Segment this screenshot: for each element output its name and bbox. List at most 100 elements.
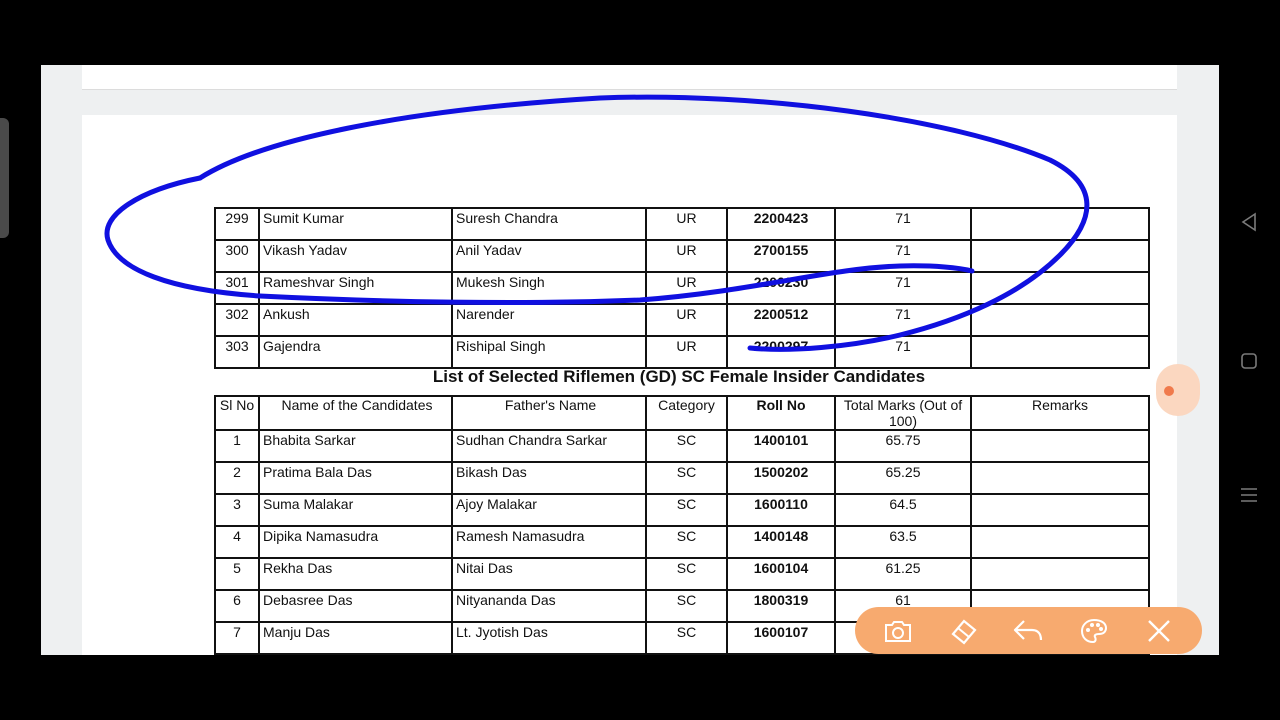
header-remarks: Remarks bbox=[970, 395, 1150, 431]
cell-marks: 61.25 bbox=[834, 557, 972, 591]
cell-father-name-text: Narender bbox=[456, 306, 515, 322]
cell-name: Manju Das bbox=[258, 621, 453, 655]
back-icon[interactable] bbox=[1240, 212, 1258, 237]
cell-name-text: Bhabita Sarkar bbox=[263, 432, 356, 448]
cell-marks-text: 65.75 bbox=[885, 432, 921, 448]
cell-father-name-text: Nitai Das bbox=[456, 560, 513, 576]
cell-roll-no-text: 1600107 bbox=[753, 624, 809, 640]
cell-category-text: SC bbox=[676, 496, 697, 512]
undo-icon[interactable] bbox=[1008, 611, 1048, 651]
cell-marks-text: 71 bbox=[895, 306, 911, 322]
header-marks: Total Marks (Out of 100) bbox=[834, 395, 972, 431]
cell-father-name-text: Sudhan Chandra Sarkar bbox=[456, 432, 607, 448]
cell-remarks-text bbox=[972, 305, 1148, 306]
cell-sl-no: 300 bbox=[214, 239, 260, 273]
cell-marks-text: 71 bbox=[895, 242, 911, 258]
cell-father-name: Ajoy Malakar bbox=[451, 493, 647, 527]
cell-marks: 65.25 bbox=[834, 461, 972, 495]
cell-marks: 71 bbox=[834, 207, 972, 241]
cell-roll-no: 1400148 bbox=[726, 525, 836, 559]
cell-name: Rekha Das bbox=[258, 557, 453, 591]
pdf-viewer[interactable]: 299 Sumit Kumar Suresh Chandra UR 2200423 71 3… bbox=[41, 65, 1219, 655]
cell-sl-no-text: 7 bbox=[233, 624, 241, 640]
cell-marks-text: 64.5 bbox=[889, 496, 917, 512]
cell-father-name-text: Bikash Das bbox=[456, 464, 527, 480]
cell-remarks bbox=[970, 335, 1150, 369]
edge-panel-handle[interactable] bbox=[0, 118, 9, 238]
cell-marks: 71 bbox=[834, 303, 972, 337]
cell-name-text: Gajendra bbox=[263, 338, 321, 354]
cell-father-name: Nityananda Das bbox=[451, 589, 647, 623]
table-row: 303 Gajendra Rishipal Singh UR 2200297 71 bbox=[214, 335, 1150, 369]
cell-sl-no-text: 299 bbox=[225, 210, 249, 226]
cell-sl-no: 5 bbox=[214, 557, 260, 591]
header-name: Name of the Candidates bbox=[258, 395, 453, 431]
cell-name-text: Ankush bbox=[263, 306, 310, 322]
cell-category-text: SC bbox=[676, 432, 697, 448]
cell-marks-text: 61 bbox=[895, 592, 911, 608]
cell-sl-no: 303 bbox=[214, 335, 260, 369]
cell-name: Vikash Yadav bbox=[258, 239, 453, 273]
cell-roll-no: 1600107 bbox=[726, 621, 836, 655]
cell-roll-no-text: 1400101 bbox=[753, 432, 809, 448]
cell-father-name: Sudhan Chandra Sarkar bbox=[451, 429, 647, 463]
cell-roll-no-text: 1600110 bbox=[754, 496, 808, 512]
cell-marks: 65.75 bbox=[834, 429, 972, 463]
cell-roll-no-text: 2200423 bbox=[753, 210, 809, 226]
cell-category-text: UR bbox=[676, 274, 697, 290]
cell-father-name-text: Nityananda Das bbox=[456, 592, 556, 608]
cell-sl-no: 301 bbox=[214, 271, 260, 305]
table-header-row: Sl No Name of the Candidates Father's Na… bbox=[214, 395, 1150, 431]
cell-remarks bbox=[970, 557, 1150, 591]
cell-name: Debasree Das bbox=[258, 589, 453, 623]
cell-category-text: UR bbox=[676, 306, 697, 322]
cell-sl-no-text: 302 bbox=[225, 306, 249, 322]
cell-sl-no: 299 bbox=[214, 207, 260, 241]
close-icon[interactable] bbox=[1139, 611, 1179, 651]
camera-icon[interactable] bbox=[878, 611, 918, 651]
table-row: 2 Pratima Bala Das Bikash Das SC 1500202 65.2… bbox=[214, 461, 1150, 495]
cell-roll-no-text: 2200230 bbox=[753, 274, 809, 290]
cell-remarks bbox=[970, 207, 1150, 241]
pdf-page: 299 Sumit Kumar Suresh Chandra UR 2200423 71 3… bbox=[82, 115, 1177, 655]
cell-category: SC bbox=[645, 525, 728, 559]
table-row: 5 Rekha Das Nitai Das SC 1600104 61.25 bbox=[214, 557, 1150, 591]
cell-remarks bbox=[970, 493, 1150, 527]
cell-category-text: UR bbox=[676, 242, 697, 258]
cell-sl-no-text: 6 bbox=[233, 592, 241, 608]
cell-marks: 71 bbox=[834, 271, 972, 305]
menu-icon[interactable] bbox=[1240, 486, 1258, 509]
cell-marks-text: 63.5 bbox=[889, 528, 917, 544]
cell-father-name-text: Mukesh Singh bbox=[456, 274, 545, 290]
cell-sl-no-text: 4 bbox=[233, 528, 241, 544]
floating-assistive-button[interactable] bbox=[1156, 364, 1200, 416]
cell-marks: 64.5 bbox=[834, 493, 972, 527]
cell-category: SC bbox=[645, 557, 728, 591]
cell-father-name: Lt. Jyotish Das bbox=[451, 621, 647, 655]
home-icon[interactable] bbox=[1240, 352, 1258, 375]
cell-remarks-text bbox=[972, 273, 1148, 274]
table-row: 301 Rameshvar Singh Mukesh Singh UR 2200230 7… bbox=[214, 271, 1150, 305]
cell-name-text: Suma Malakar bbox=[263, 496, 354, 512]
cell-category: SC bbox=[645, 461, 728, 495]
cell-category: SC bbox=[645, 493, 728, 527]
cell-father-name: Bikash Das bbox=[451, 461, 647, 495]
cell-father-name-text: Rishipal Singh bbox=[456, 338, 546, 354]
header-category: Category bbox=[645, 395, 728, 431]
cell-category: UR bbox=[645, 335, 728, 369]
cell-marks-text: 71 bbox=[895, 210, 911, 226]
cell-father-name-text: Anil Yadav bbox=[456, 242, 522, 258]
palette-icon[interactable] bbox=[1074, 611, 1114, 651]
cell-category: SC bbox=[645, 589, 728, 623]
cell-name: Ankush bbox=[258, 303, 453, 337]
cell-remarks-text bbox=[972, 241, 1148, 242]
cell-marks-text: 71 bbox=[895, 274, 911, 290]
cell-roll-no: 2200512 bbox=[726, 303, 836, 337]
section-title: List of Selected Riflemen (GD) SC Female… bbox=[432, 367, 926, 386]
cell-remarks-text bbox=[972, 527, 1148, 528]
cell-name-text: Manju Das bbox=[263, 624, 330, 640]
cell-roll-no-text: 2700155 bbox=[753, 242, 809, 258]
cell-name: Rameshvar Singh bbox=[258, 271, 453, 305]
eraser-icon[interactable] bbox=[943, 611, 983, 651]
cell-category: UR bbox=[645, 207, 728, 241]
